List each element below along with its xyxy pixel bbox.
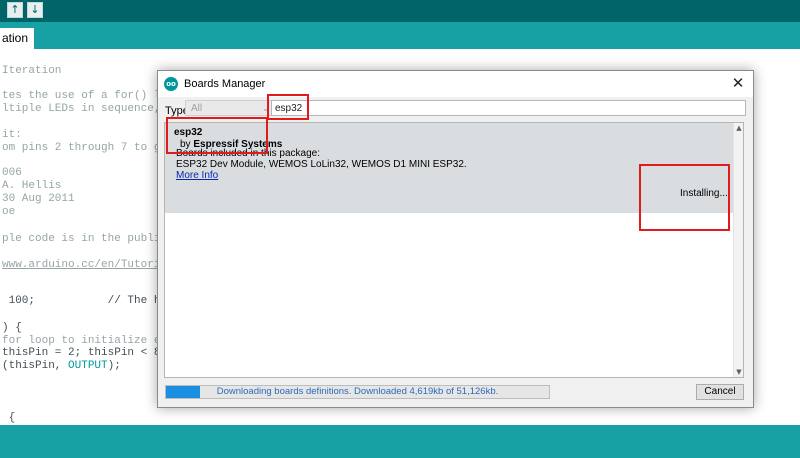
- annotation-box-board: [166, 117, 268, 154]
- code-line: 006: [2, 167, 22, 179]
- scroll-up-arrow-icon[interactable]: ▲: [734, 123, 744, 133]
- more-info-link[interactable]: More Info: [176, 170, 218, 182]
- download-progress-bar: Downloading boards definitions. Download…: [165, 385, 550, 399]
- dialog-titlebar: oo Boards Manager ✕: [158, 71, 753, 97]
- annotation-box-installing: [639, 164, 730, 231]
- code-line: {: [2, 412, 16, 424]
- code-line: ) {: [2, 322, 22, 334]
- scroll-down-arrow-icon[interactable]: ▼: [734, 367, 744, 377]
- list-scrollbar[interactable]: ▲ ▼: [733, 123, 743, 377]
- type-dropdown[interactable]: All ⌄: [185, 100, 273, 116]
- ide-status-bar: [0, 425, 800, 458]
- type-dropdown-value: All: [191, 103, 203, 114]
- ide-toolbar: ↑ ↓: [0, 0, 800, 22]
- boards-included-list: ESP32 Dev Module, WEMOS LoLin32, WEMOS D…: [176, 159, 467, 170]
- code-line: it:: [2, 129, 22, 141]
- save-icon[interactable]: ↓: [27, 2, 43, 18]
- open-icon[interactable]: ↑: [7, 2, 23, 18]
- arduino-app-icon: oo: [164, 77, 178, 91]
- code-line: A. Hellis: [2, 180, 62, 192]
- code-line: (thisPin, OUTPUT);: [2, 360, 121, 372]
- search-input[interactable]: esp32: [271, 100, 746, 116]
- cancel-button[interactable]: Cancel: [696, 384, 744, 400]
- sketch-tab[interactable]: ation: [0, 28, 35, 49]
- progress-text: Downloading boards definitions. Download…: [216, 386, 499, 397]
- code-line: oe: [2, 206, 16, 218]
- code-line: 30 Aug 2011: [2, 193, 75, 205]
- close-icon[interactable]: ✕: [723, 71, 753, 97]
- dialog-title: Boards Manager: [184, 78, 266, 90]
- annotation-box-search: [267, 94, 309, 120]
- code-line: Iteration: [2, 65, 62, 77]
- board-list: esp32 by Espressif Systems Boards includ…: [164, 122, 744, 378]
- ide-tabbar: ation: [0, 22, 800, 49]
